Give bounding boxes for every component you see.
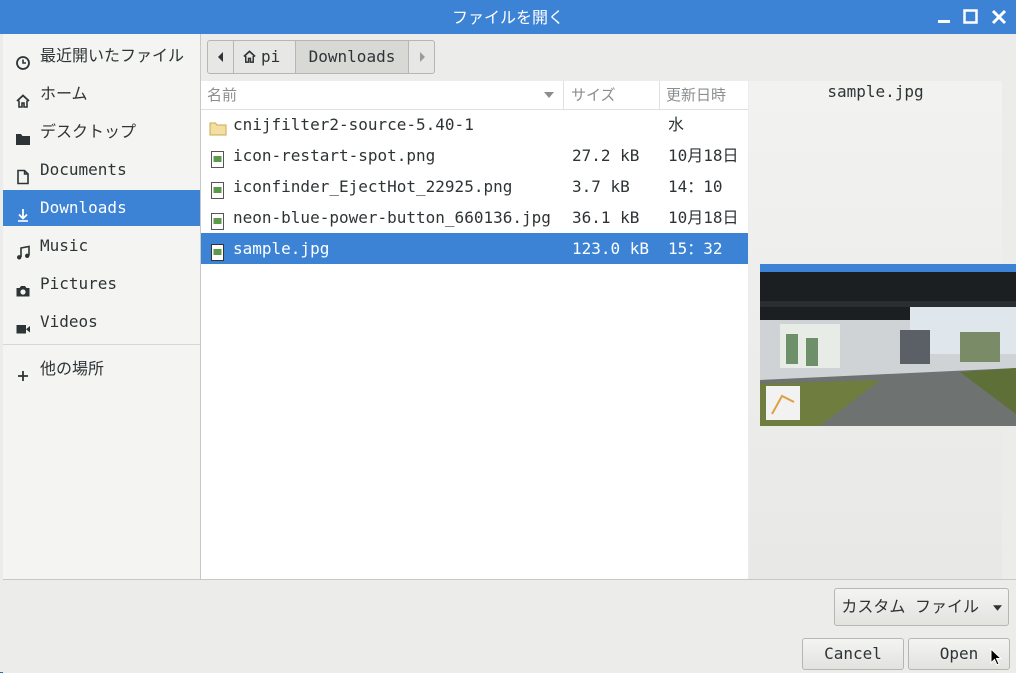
file-name: iconfinder_EjectHot_22925.png	[233, 177, 513, 196]
column-header-modified[interactable]: 更新日時	[660, 81, 748, 110]
sidebar-item-desktop[interactable]: デスクトップ	[3, 114, 200, 150]
file-row-selected[interactable]: sample.jpg 123.0 kB 15：32	[201, 233, 748, 264]
image-file-icon	[209, 178, 225, 199]
sidebar-item-home[interactable]: ホーム	[3, 76, 200, 112]
clock-icon	[15, 48, 31, 70]
chevron-left-icon	[217, 52, 223, 62]
file-list[interactable]: 名前 サイズ 更新日時 cnijfilter2-source-5.40-1 水 …	[201, 81, 748, 579]
cancel-button[interactable]: Cancel	[802, 638, 904, 670]
file-name: icon-restart-spot.png	[233, 146, 436, 165]
file-size: 36.1 kB	[572, 208, 640, 227]
folder-icon	[209, 116, 227, 136]
image-file-icon	[209, 147, 225, 168]
column-header-size[interactable]: サイズ	[564, 81, 660, 110]
preview-pane: sample.jpg	[749, 81, 1016, 579]
video-icon	[15, 314, 31, 334]
sidebar-item-label: Documents	[40, 160, 127, 179]
file-filter-label: カスタム ファイル	[841, 597, 979, 616]
sidebar-item-documents[interactable]: Documents	[3, 152, 200, 188]
home-icon	[243, 50, 256, 63]
mouse-pointer-icon	[990, 648, 1002, 666]
street-view-photo-image	[760, 264, 1016, 426]
file-row[interactable]: neon-blue-power-button_660136.jpg 36.1 k…	[201, 202, 748, 233]
window-title: ファイルを開く	[451, 8, 564, 27]
file-modified: 15：32	[668, 239, 723, 258]
file-filter-dropdown[interactable]: カスタム ファイル	[834, 588, 1009, 626]
file-name: neon-blue-power-button_660136.jpg	[233, 208, 551, 227]
close-icon	[991, 9, 1007, 25]
path-forward-button[interactable]	[408, 40, 435, 74]
sidebar-separator	[3, 344, 200, 345]
sidebar-item-videos[interactable]: Videos	[3, 304, 200, 340]
chevron-right-icon	[419, 52, 425, 62]
places-sidebar: 最近開いたファイル ホーム デスクトップ Documents Downloads…	[3, 34, 201, 579]
minimize-button[interactable]	[936, 8, 954, 26]
plus-icon	[15, 361, 31, 381]
file-modified: 10月18日	[668, 146, 739, 165]
path-segment-current[interactable]: Downloads	[295, 40, 409, 74]
sidebar-item-label: デスクトップ	[40, 122, 137, 141]
sidebar-item-other-locations[interactable]: 他の場所	[3, 351, 200, 387]
file-size: 123.0 kB	[572, 239, 650, 258]
file-row[interactable]: iconfinder_EjectHot_22925.png 3.7 kB 14：…	[201, 171, 748, 202]
file-row[interactable]: icon-restart-spot.png 27.2 kB 10月18日	[201, 140, 748, 171]
title-bar[interactable]: ファイルを開く	[0, 0, 1016, 34]
sidebar-item-label: Music	[40, 236, 89, 255]
document-icon	[15, 162, 31, 185]
column-header-name[interactable]: 名前	[201, 81, 564, 110]
camera-icon	[15, 276, 31, 297]
dialog-action-area: カスタム ファイル Cancel Open	[3, 579, 1016, 673]
file-modified: 水	[668, 115, 685, 134]
sidebar-item-recent[interactable]: 最近開いたファイル	[3, 38, 200, 74]
file-modified: 10月18日	[668, 208, 739, 227]
file-row[interactable]: cnijfilter2-source-5.40-1 水	[201, 109, 748, 140]
home-icon	[15, 86, 31, 108]
file-modified: 14：10	[668, 177, 723, 196]
image-file-icon	[209, 240, 225, 261]
maximize-icon	[963, 9, 978, 24]
chevron-down-icon	[992, 604, 1002, 611]
file-name: cnijfilter2-source-5.40-1	[233, 115, 474, 134]
path-back-button[interactable]	[207, 40, 234, 74]
path-segment-home[interactable]: pi	[233, 40, 296, 74]
file-chooser-dialog: ファイルを開く 最近開いたファイル ホーム デスクトップ Documents D…	[0, 0, 1016, 673]
sidebar-item-label: Videos	[40, 312, 98, 331]
path-segment-label: Downloads	[308, 47, 396, 66]
sidebar-item-music[interactable]: Music	[3, 228, 200, 264]
file-size: 27.2 kB	[572, 146, 640, 165]
sidebar-item-pictures[interactable]: Pictures	[3, 266, 200, 302]
file-size: 3.7 kB	[572, 177, 630, 196]
sort-descending-icon	[544, 92, 554, 98]
music-icon	[15, 238, 31, 260]
preview-thumbnail	[760, 264, 1016, 426]
minimize-icon	[938, 20, 950, 23]
preview-filename: sample.jpg	[827, 82, 924, 101]
sidebar-item-label: ホーム	[40, 84, 88, 103]
sidebar-item-label: 最近開いたファイル	[40, 46, 185, 65]
sidebar-item-label: Downloads	[40, 198, 127, 217]
folder-icon	[15, 124, 31, 145]
file-name: sample.jpg	[233, 239, 330, 258]
maximize-button[interactable]	[962, 8, 980, 26]
image-file-icon	[209, 209, 225, 230]
sidebar-item-label: 他の場所	[40, 359, 105, 378]
download-icon	[15, 200, 31, 222]
path-segment-label: pi	[261, 47, 281, 66]
sidebar-item-label: Pictures	[40, 274, 118, 293]
sidebar-item-downloads[interactable]: Downloads	[3, 190, 200, 226]
close-button[interactable]	[990, 8, 1008, 26]
